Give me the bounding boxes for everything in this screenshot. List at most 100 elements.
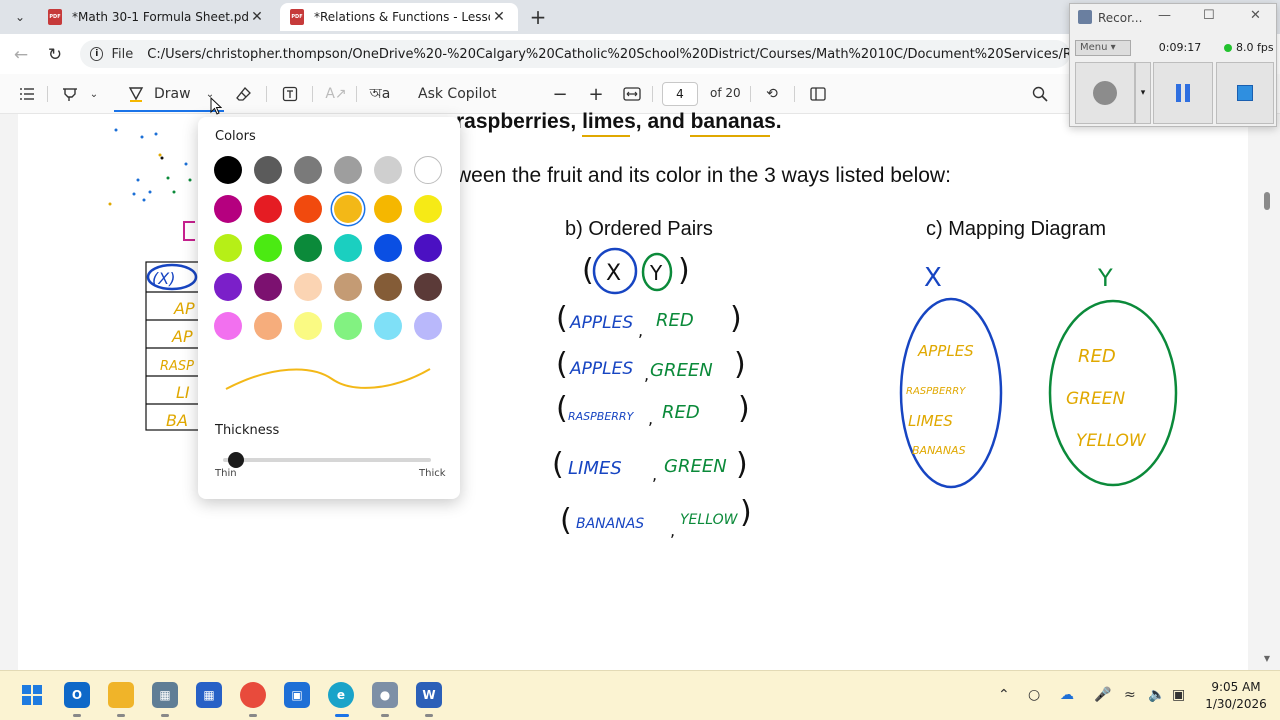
onedrive-icon[interactable]: ☁ [1060, 687, 1074, 703]
color-swatch[interactable] [374, 195, 402, 223]
toolbar-divider [750, 86, 751, 102]
color-swatch[interactable] [334, 156, 362, 184]
color-swatch[interactable] [214, 195, 242, 223]
thickness-slider-track[interactable] [223, 458, 431, 462]
microphone-icon[interactable]: 🎤 [1094, 687, 1111, 703]
stop-icon [1237, 85, 1253, 101]
wifi-icon[interactable]: ≈ [1124, 687, 1136, 703]
recorder-menu-dropdown[interactable]: Menu ▾ [1075, 40, 1131, 56]
highlight-icon[interactable] [58, 82, 82, 106]
color-swatch[interactable] [414, 195, 442, 223]
color-swatch[interactable] [214, 273, 242, 301]
color-swatch[interactable] [414, 312, 442, 340]
thickness-slider-thumb[interactable] [228, 452, 244, 468]
reload-button[interactable]: ↻ [42, 42, 68, 68]
draw-button[interactable]: Draw [154, 82, 194, 106]
recorder-taskbar-icon[interactable]: ● [372, 682, 398, 708]
back-button[interactable]: ← [8, 42, 34, 68]
vertical-scrollbar[interactable]: ▲ ▼ [1262, 114, 1272, 666]
calculator-icon[interactable]: ▦ [152, 682, 178, 708]
record-options-dropdown[interactable]: ▾ [1135, 62, 1151, 124]
color-swatch[interactable] [254, 273, 282, 301]
url-field[interactable]: i File C:/Users/christopher.thompson/One… [80, 40, 1070, 68]
color-swatch[interactable] [254, 234, 282, 262]
store-icon[interactable]: ▦ [196, 682, 222, 708]
file-explorer-icon[interactable] [108, 682, 134, 708]
color-swatch[interactable] [334, 234, 362, 262]
color-swatch[interactable] [294, 195, 322, 223]
zoom-in-icon[interactable]: + [584, 82, 608, 106]
recorder-fps-value: 8.0 fps [1236, 41, 1274, 54]
text-box-icon[interactable] [278, 82, 302, 106]
scroll-thumb[interactable] [1264, 192, 1270, 210]
search-icon[interactable] [1028, 82, 1052, 106]
running-indicator [161, 714, 169, 717]
page-number-input[interactable]: 4 [662, 82, 698, 106]
running-indicator [425, 714, 433, 717]
color-swatch[interactable] [414, 234, 442, 262]
pause-button[interactable] [1153, 62, 1213, 124]
minimize-icon[interactable]: — [1158, 8, 1171, 23]
color-swatch[interactable] [294, 234, 322, 262]
start-windows-icon[interactable] [19, 682, 45, 708]
draw-pen-icon[interactable] [124, 82, 148, 106]
color-swatch[interactable] [334, 273, 362, 301]
ask-copilot-button[interactable]: Ask Copilot [418, 82, 498, 106]
color-swatch[interactable] [414, 156, 442, 184]
color-swatch[interactable] [334, 195, 362, 223]
maximize-icon[interactable]: ☐ [1203, 8, 1215, 23]
photos-icon[interactable]: ▣ [284, 682, 310, 708]
speaker-icon[interactable]: 🔈 [1148, 687, 1165, 703]
color-swatch[interactable] [374, 312, 402, 340]
fit-width-icon[interactable] [620, 82, 644, 106]
record-button[interactable] [1075, 62, 1135, 124]
translate-icon[interactable]: অa [368, 82, 392, 106]
info-icon[interactable]: i [90, 47, 104, 61]
color-swatch[interactable] [374, 156, 402, 184]
page-total-label: of 20 [710, 86, 741, 100]
close-icon[interactable]: ✕ [1250, 8, 1261, 23]
battery-icon[interactable]: ▣ [1172, 687, 1185, 703]
color-swatch[interactable] [294, 312, 322, 340]
outlook-icon[interactable]: O [64, 682, 90, 708]
tab-relations-functions[interactable]: PDF *Relations & Functions - Lesson Bu ✕ [280, 3, 518, 31]
scroll-down-icon[interactable]: ▼ [1262, 654, 1272, 663]
close-icon[interactable]: ✕ [490, 9, 508, 25]
color-swatch[interactable] [254, 312, 282, 340]
chevron-down-icon[interactable]: ⌄ [86, 82, 102, 106]
tab-actions-menu[interactable]: ⌄ [8, 6, 32, 28]
color-swatch[interactable] [254, 156, 282, 184]
color-swatch[interactable] [374, 273, 402, 301]
edge-icon[interactable]: e [328, 682, 354, 708]
mapping-diagram-heading: c) Mapping Diagram [926, 218, 1107, 240]
zoom-out-icon[interactable]: − [548, 82, 572, 106]
color-swatch[interactable] [214, 156, 242, 184]
tab-formula-sheet[interactable]: PDF *Math 30-1 Formula Sheet.pdf ✕ [38, 3, 276, 31]
document-viewport[interactable] [0, 114, 1280, 670]
draw-active-indicator [114, 110, 224, 112]
rotate-icon[interactable]: ⟲ [760, 82, 784, 106]
color-swatch[interactable] [294, 273, 322, 301]
color-swatch[interactable] [334, 312, 362, 340]
taskbar-clock[interactable]: 9:05 AM 1/30/2026 [1200, 679, 1272, 713]
contents-icon[interactable] [14, 82, 40, 106]
network-status-icon[interactable]: ○ [1028, 687, 1040, 703]
toolbar-divider [356, 86, 357, 102]
stop-button[interactable] [1216, 62, 1274, 124]
word-icon[interactable]: W [416, 682, 442, 708]
chrome-icon[interactable] [240, 682, 266, 708]
color-swatch[interactable] [214, 234, 242, 262]
thin-label: Thin [215, 468, 237, 479]
eraser-icon[interactable] [232, 82, 256, 106]
color-swatch[interactable] [214, 312, 242, 340]
color-swatch[interactable] [254, 195, 282, 223]
page-view-icon[interactable] [806, 82, 830, 106]
new-tab-button[interactable]: + [526, 5, 550, 29]
toolbar-divider [312, 86, 313, 102]
show-hidden-icons-icon[interactable]: ⌃ [998, 687, 1010, 703]
color-swatch[interactable] [374, 234, 402, 262]
close-icon[interactable]: ✕ [248, 9, 266, 25]
active-indicator [335, 714, 349, 717]
color-swatch[interactable] [414, 273, 442, 301]
color-swatch[interactable] [294, 156, 322, 184]
